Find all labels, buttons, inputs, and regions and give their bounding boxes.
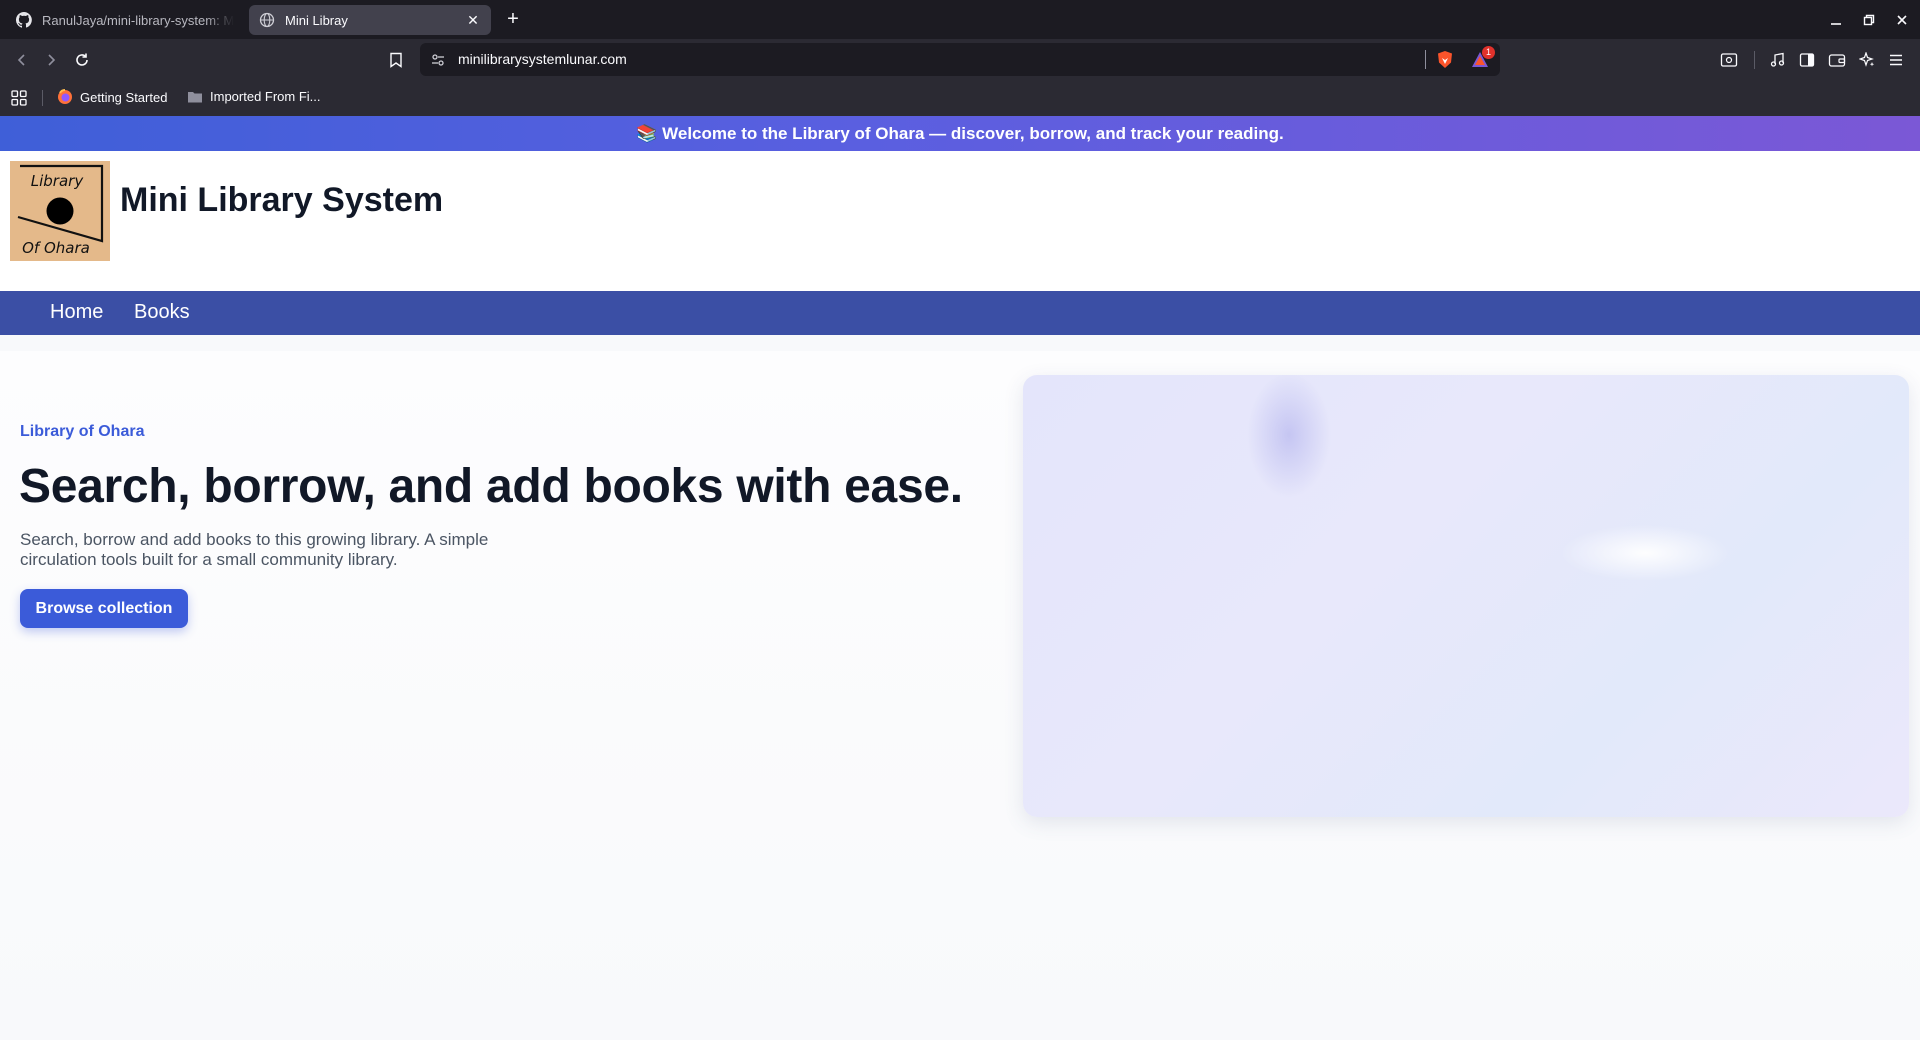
- bookmark-label: Imported From Fi...: [210, 89, 321, 104]
- reload-button[interactable]: [69, 47, 95, 73]
- menu-icon[interactable]: [1883, 47, 1909, 73]
- logo-text-bottom: Of Ohara: [22, 239, 90, 257]
- site-title: Mini Library System: [120, 181, 444, 219]
- minimize-icon[interactable]: [1825, 9, 1847, 31]
- announcement-banner: 📚 Welcome to the Library of Ohara — disc…: [0, 116, 1920, 151]
- close-window-icon[interactable]: [1891, 9, 1913, 31]
- github-icon: [16, 12, 32, 28]
- bookmarks-bar: Getting Started Imported From Fi...: [0, 80, 1920, 116]
- notification-badge: 1: [1482, 46, 1495, 59]
- main-navigation: Home Books: [0, 291, 1920, 335]
- browser-tab-github[interactable]: RanulJaya/mini-library-system: M: [6, 5, 244, 35]
- media-icon[interactable]: [1764, 47, 1790, 73]
- toolbar-divider: [1754, 51, 1755, 69]
- hero-section: Library of Ohara Search, borrow, and add…: [0, 351, 1920, 1040]
- browse-collection-button[interactable]: Browse collection: [20, 589, 188, 628]
- bookmark-imported-folder[interactable]: Imported From Fi...: [187, 89, 321, 104]
- url-divider: [1425, 50, 1426, 69]
- brave-shield-icon[interactable]: [1436, 50, 1454, 69]
- globe-icon: [259, 12, 275, 28]
- bookmark-label: Getting Started: [80, 89, 168, 105]
- folder-icon: [188, 91, 202, 102]
- wallet-icon[interactable]: [1824, 47, 1850, 73]
- site-settings-icon[interactable]: [430, 52, 446, 68]
- tab-title: Mini Libray: [285, 12, 348, 28]
- browser-toolbar: minilibrarysystemlunar.com 1: [0, 39, 1920, 80]
- browser-tabstrip: RanulJaya/mini-library-system: M Mini Li…: [0, 0, 1920, 39]
- url-bar[interactable]: minilibrarysystemlunar.com 1: [420, 43, 1500, 76]
- reader-view-icon[interactable]: [1716, 47, 1742, 73]
- nav-home-link[interactable]: Home: [50, 301, 103, 324]
- bookmarks-divider: [42, 90, 43, 106]
- logo-graphic: Library Of Ohara: [17, 164, 104, 257]
- nav-books-link[interactable]: Books: [134, 301, 190, 324]
- browser-tab-mini-library[interactable]: Mini Libray ✕: [249, 5, 491, 35]
- firefox-icon: [58, 89, 72, 104]
- new-tab-button[interactable]: +: [502, 8, 524, 30]
- url-text[interactable]: minilibrarysystemlunar.com: [458, 51, 627, 67]
- restore-icon[interactable]: [1858, 9, 1880, 31]
- library-logo[interactable]: Library Of Ohara: [10, 161, 110, 261]
- hero-headline: Search, borrow, and add books with ease.: [19, 460, 963, 513]
- sidebar-icon[interactable]: [1794, 47, 1820, 73]
- logo-text-top: Library: [31, 172, 85, 190]
- forward-button[interactable]: [38, 47, 64, 73]
- bookmark-page-icon[interactable]: [383, 47, 409, 73]
- hero-subtitle: Search, borrow and add books to this gro…: [20, 530, 489, 569]
- back-button[interactable]: [9, 47, 35, 73]
- bookmark-getting-started[interactable]: Getting Started: [57, 89, 167, 105]
- site-header: Library Of Ohara Mini Library System: [0, 151, 1920, 291]
- apps-grid-icon[interactable]: [10, 89, 28, 107]
- leo-ai-icon[interactable]: [1854, 47, 1880, 73]
- close-tab-icon[interactable]: ✕: [465, 12, 481, 28]
- tab-title: RanulJaya/mini-library-system: M: [42, 12, 234, 28]
- hero-eyebrow: Library of Ohara: [20, 423, 145, 440]
- page-content: 📚 Welcome to the Library of Ohara — disc…: [0, 116, 1920, 1040]
- hero-image: [1023, 375, 1909, 817]
